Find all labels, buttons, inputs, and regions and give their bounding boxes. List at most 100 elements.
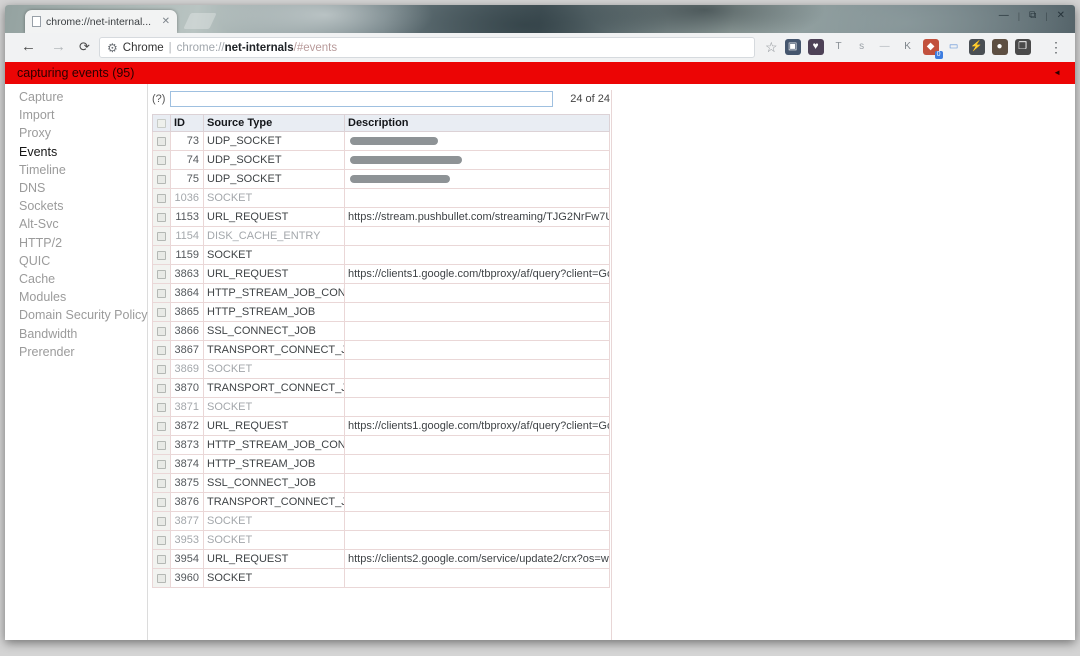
- page-favicon-icon: [32, 16, 41, 27]
- table-row[interactable]: 1153 URL_REQUEST https://stream.pushbull…: [153, 208, 610, 227]
- sidebar-item-import[interactable]: Import: [5, 106, 147, 124]
- sidebar-item-cache[interactable]: Cache: [5, 270, 147, 288]
- row-checkbox[interactable]: [157, 175, 166, 184]
- extension-2-icon[interactable]: ♥: [808, 39, 824, 55]
- row-checkbox[interactable]: [157, 156, 166, 165]
- sidebar-item-proxy[interactable]: Proxy: [5, 124, 147, 142]
- table-row[interactable]: 3873 HTTP_STREAM_JOB_CONTROLLER: [153, 436, 610, 455]
- omnibox[interactable]: ⚙ Chrome | chrome://net-internals/#event…: [99, 37, 755, 58]
- new-tab-button[interactable]: [183, 13, 216, 29]
- minimize-button[interactable]: —: [999, 10, 1009, 21]
- table-row[interactable]: 1154 DISK_CACHE_ENTRY: [153, 227, 610, 246]
- row-checkbox[interactable]: [157, 194, 166, 203]
- sidebar-item-prerender[interactable]: Prerender: [5, 343, 147, 361]
- forward-button[interactable]: →: [51, 37, 66, 57]
- sidebar-item-domain-security-policy[interactable]: Domain Security Policy: [5, 306, 147, 324]
- row-checkbox[interactable]: [157, 422, 166, 431]
- table-row[interactable]: 3869 SOCKET: [153, 360, 610, 379]
- extension-4-icon[interactable]: s: [854, 39, 870, 55]
- row-checkbox[interactable]: [157, 384, 166, 393]
- table-row[interactable]: 75 UDP_SOCKET: [153, 170, 610, 189]
- row-checkbox[interactable]: [157, 460, 166, 469]
- table-row[interactable]: 3870 TRANSPORT_CONNECT_JOB: [153, 379, 610, 398]
- sidebar-item-http2[interactable]: HTTP/2: [5, 234, 147, 252]
- sidebar-item-dns[interactable]: DNS: [5, 179, 147, 197]
- row-checkbox[interactable]: [157, 232, 166, 241]
- sidebar-item-quic[interactable]: QUIC: [5, 252, 147, 270]
- row-source-type: TRANSPORT_CONNECT_JOB: [204, 379, 345, 398]
- extension-7-icon[interactable]: ◆0: [923, 39, 939, 55]
- menu-button[interactable]: ⋮: [1049, 40, 1063, 55]
- filter-input[interactable]: [170, 91, 553, 107]
- row-checkbox[interactable]: [157, 289, 166, 298]
- row-checkbox[interactable]: [157, 270, 166, 279]
- extension-5-icon[interactable]: —: [877, 39, 893, 55]
- sidebar-item-capture[interactable]: Capture: [5, 88, 147, 106]
- extension-glyph: T: [836, 41, 842, 52]
- filter-help-link[interactable]: (?): [152, 93, 165, 105]
- table-row[interactable]: 3866 SSL_CONNECT_JOB: [153, 322, 610, 341]
- table-row[interactable]: 1159 SOCKET: [153, 246, 610, 265]
- sidebar-item-timeline[interactable]: Timeline: [5, 161, 147, 179]
- select-all-checkbox[interactable]: [157, 119, 166, 128]
- row-checkbox[interactable]: [157, 251, 166, 260]
- table-row[interactable]: 3874 HTTP_STREAM_JOB: [153, 455, 610, 474]
- sidebar-item-bandwidth[interactable]: Bandwidth: [5, 325, 147, 343]
- table-row[interactable]: 3871 SOCKET: [153, 398, 610, 417]
- extension-6-icon[interactable]: K: [900, 39, 916, 55]
- table-row[interactable]: 3864 HTTP_STREAM_JOB_CONTROLLER: [153, 284, 610, 303]
- tab-close-icon[interactable]: ✕: [162, 16, 170, 27]
- sidebar-item-label: Proxy: [19, 126, 51, 140]
- row-checkbox[interactable]: [157, 555, 166, 564]
- row-checkbox[interactable]: [157, 441, 166, 450]
- row-checkbox[interactable]: [157, 536, 166, 545]
- reload-button[interactable]: ⟳: [79, 37, 90, 57]
- table-row[interactable]: 3960 SOCKET: [153, 569, 610, 588]
- row-id: 3863: [171, 265, 204, 284]
- table-row[interactable]: 3876 TRANSPORT_CONNECT_JOB: [153, 493, 610, 512]
- back-button[interactable]: ←: [21, 37, 36, 57]
- row-checkbox[interactable]: [157, 308, 166, 317]
- row-checkbox[interactable]: [157, 137, 166, 146]
- row-checkbox[interactable]: [157, 498, 166, 507]
- extension-9-icon[interactable]: ⚡: [969, 39, 985, 55]
- extension-glyph: ●: [997, 41, 1003, 52]
- sidebar-item-modules[interactable]: Modules: [5, 288, 147, 306]
- row-checkbox[interactable]: [157, 327, 166, 336]
- table-row[interactable]: 3872 URL_REQUEST https://clients1.google…: [153, 417, 610, 436]
- banner-collapse-icon[interactable]: ◄: [1053, 62, 1061, 84]
- site-settings-icon[interactable]: ⚙: [107, 41, 118, 55]
- table-row[interactable]: 3953 SOCKET: [153, 531, 610, 550]
- table-row[interactable]: 74 UDP_SOCKET: [153, 151, 610, 170]
- extension-3-icon[interactable]: T: [831, 39, 847, 55]
- browser-tab[interactable]: chrome://net-internal... ✕: [25, 10, 177, 33]
- extension-10-icon[interactable]: ●: [992, 39, 1008, 55]
- row-checkbox[interactable]: [157, 403, 166, 412]
- table-row[interactable]: 73 UDP_SOCKET: [153, 132, 610, 151]
- table-row[interactable]: 1036 SOCKET: [153, 189, 610, 208]
- close-button[interactable]: ✕: [1057, 10, 1065, 21]
- sidebar-item-sockets[interactable]: Sockets: [5, 197, 147, 215]
- row-checkbox[interactable]: [157, 574, 166, 583]
- row-checkbox[interactable]: [157, 517, 166, 526]
- table-row[interactable]: 3877 SOCKET: [153, 512, 610, 531]
- extension-11-icon[interactable]: ❐: [1015, 39, 1031, 55]
- row-checkbox[interactable]: [157, 346, 166, 355]
- extension-1-icon[interactable]: ▣: [785, 39, 801, 55]
- row-checkbox[interactable]: [157, 213, 166, 222]
- table-row[interactable]: 3954 URL_REQUEST https://clients2.google…: [153, 550, 610, 569]
- row-id: 3874: [171, 455, 204, 474]
- table-row[interactable]: 3875 SSL_CONNECT_JOB: [153, 474, 610, 493]
- bookmark-star-icon[interactable]: ☆: [765, 39, 778, 56]
- table-row[interactable]: 3865 HTTP_STREAM_JOB: [153, 303, 610, 322]
- sidebar-item-alt-svc[interactable]: Alt-Svc: [5, 215, 147, 233]
- sidebar-item-events[interactable]: Events: [5, 143, 147, 161]
- extension-8-icon[interactable]: ▭: [946, 39, 962, 55]
- row-checkbox[interactable]: [157, 365, 166, 374]
- row-checkbox-cell: [153, 246, 171, 265]
- table-row[interactable]: 3863 URL_REQUEST https://clients1.google…: [153, 265, 610, 284]
- row-checkbox[interactable]: [157, 479, 166, 488]
- restore-button[interactable]: ⧉: [1029, 10, 1036, 21]
- capture-banner-text: capturing events (95): [17, 66, 134, 80]
- table-row[interactable]: 3867 TRANSPORT_CONNECT_JOB: [153, 341, 610, 360]
